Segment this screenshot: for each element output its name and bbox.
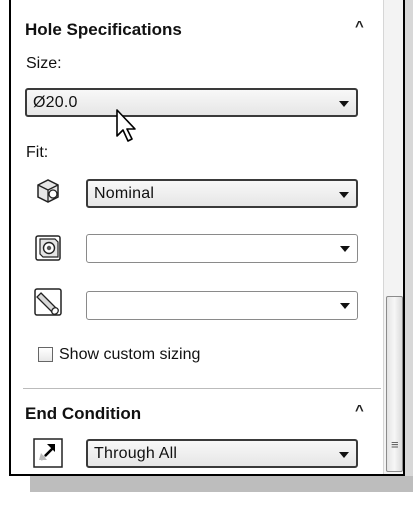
chevron-down-icon [340,303,350,309]
chevron-up-icon[interactable]: ^ [355,402,364,419]
chevron-down-icon [339,192,349,198]
reverse-direction-icon[interactable] [33,438,63,468]
fit-label: Fit: [26,144,49,161]
chevron-up-icon[interactable]: ^ [355,18,364,35]
end-condition-title: End Condition [25,404,142,423]
section-divider [23,388,381,389]
hole-face-icon [35,235,61,261]
chevron-down-icon [339,452,349,458]
chevron-down-icon [339,101,349,107]
end-condition-dropdown[interactable]: Through All [86,439,358,468]
size-label: Size: [26,55,62,72]
scrollbar-grip-icon: ≡ [391,437,399,452]
size-dropdown[interactable]: Ø20.0 [25,88,358,117]
panel-shadow-bottom [30,476,413,492]
mouse-pointer-icon [116,109,136,142]
show-custom-sizing-checkbox[interactable] [38,347,53,362]
hole-specifications-title: Hole Specifications [25,20,182,39]
cylinder-icon [34,288,62,316]
combo-dropdown-2[interactable] [86,234,358,263]
property-manager-panel: Hole Specifications ^ Size: Ø20.0 Fit: N… [9,0,405,476]
show-custom-sizing-label: Show custom sizing [59,346,201,363]
size-dropdown-value: Ø20.0 [33,94,78,111]
combo-dropdown-3[interactable] [86,291,358,320]
chevron-down-icon [340,246,350,252]
panel-shadow-right [405,0,413,492]
fit-cube-icon [37,179,59,203]
fit-dropdown[interactable]: Nominal [86,179,358,208]
fit-dropdown-value: Nominal [94,185,155,202]
end-condition-dropdown-value: Through All [94,445,178,462]
